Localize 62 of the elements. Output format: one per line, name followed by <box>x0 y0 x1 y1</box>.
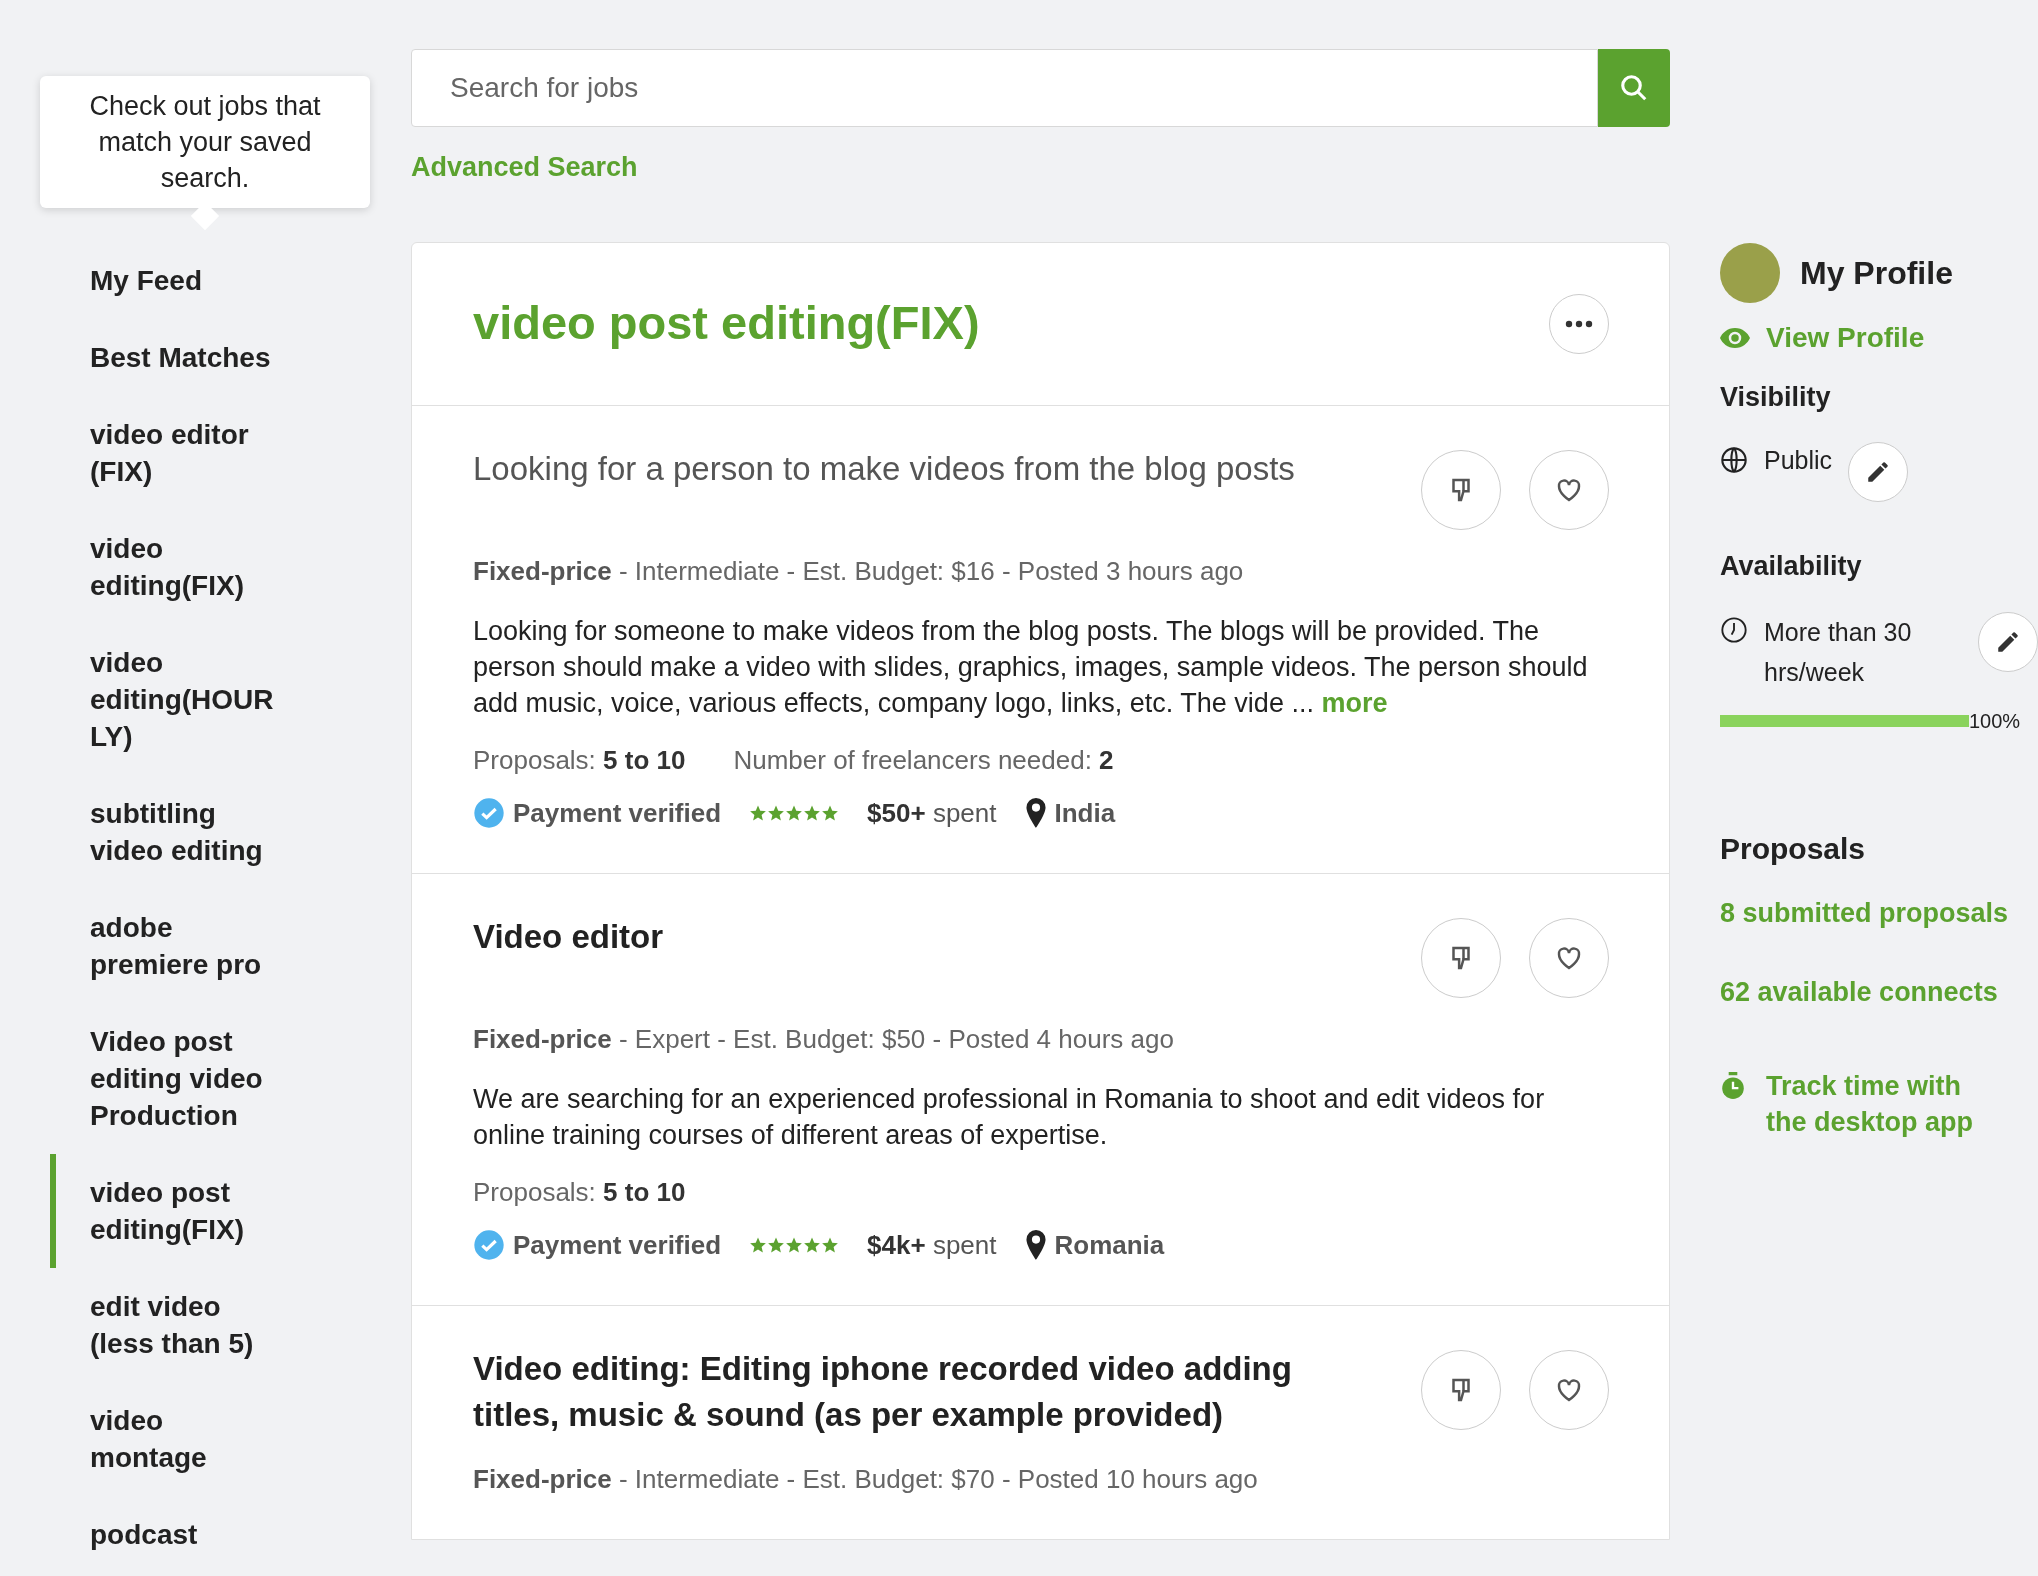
job-description: We are searching for an experienced professional in Romania to shoot and edit videos for online training courses of different areas of expertise. <box>473 1082 1546 1152</box>
client-spent: $4k+ spent <box>867 1228 997 1262</box>
sidebar-item[interactable]: podcast <box>90 1496 278 1573</box>
client-country: India <box>1054 796 1116 830</box>
job-description: Looking for someone to make videos from the blog posts. The blogs will be provided. The person should make a video with slides, graphics, images, sample videos. The person should add music, voice, various effects, company logo, links, etc. The vide ... more <box>473 614 1589 720</box>
pencil-icon <box>1995 629 2021 655</box>
stopwatch-icon <box>1720 1072 1746 1100</box>
sidebar-item[interactable]: video editing(HOURLY) <box>90 624 278 775</box>
availability-heading: Availability <box>1720 549 1863 583</box>
search-field[interactable]: Search for jobs <box>411 49 1598 127</box>
saved-search-tooltip: Check out jobs that match your saved search. <box>40 76 370 208</box>
client-country: Romania <box>1054 1228 1165 1262</box>
ellipsis-icon <box>1565 319 1593 328</box>
search-button[interactable] <box>1598 49 1670 127</box>
star-icon <box>749 804 768 822</box>
sidebar-item[interactable]: Best Matches <box>90 319 278 396</box>
job-title[interactable]: Looking for a person to make videos from the blog posts <box>473 445 1295 492</box>
sidebar-item[interactable]: Video post editing video Production <box>90 1003 278 1154</box>
client-spent: $50+ spent <box>867 796 997 830</box>
star-icon <box>767 1236 786 1254</box>
job-title[interactable]: Video editing: Editing iphone recorded video adding titles, music & sound (as per example provided) <box>473 1345 1353 1438</box>
star-icon <box>821 804 840 822</box>
verified-badge-icon <box>473 797 505 829</box>
job-meta: Fixed-price - Intermediate - Est. Budget: $70 - Posted 10 hours ago <box>473 1462 1259 1496</box>
star-icon <box>803 1236 822 1254</box>
sidebar-item[interactable]: video editor (FIX) <box>90 396 278 510</box>
availability-value: More than 30 hrs/week <box>1764 617 1913 688</box>
search-icon <box>1619 73 1649 103</box>
sidebar-item[interactable]: video montage <box>90 1382 278 1496</box>
sidebar-item[interactable]: video post editing(FIX) <box>90 1154 278 1268</box>
star-icon <box>821 1236 840 1254</box>
visibility-value: Public <box>1764 444 1833 476</box>
feed-title: video post editing(FIX) <box>473 295 980 352</box>
star-icon <box>767 804 786 822</box>
job-meta: Fixed-price - Expert - Est. Budget: $50 - Posted 4 hours ago <box>473 1022 1175 1056</box>
avatar <box>1720 243 1780 303</box>
proposals-count: Proposals: 5 to 10 <box>473 1175 686 1209</box>
payment-status: Payment verified <box>513 796 722 830</box>
globe-icon <box>1720 445 1748 474</box>
eye-icon <box>1720 327 1750 349</box>
proposals-count: Proposals: 5 to 10 <box>473 743 686 777</box>
sidebar-item[interactable]: adobe premiere pro <box>90 889 278 1003</box>
job-meta: Fixed-price - Intermediate - Est. Budget: $16 - Posted 3 hours ago <box>473 554 1245 588</box>
freelancers-needed: Number of freelancers needed: 2 <box>733 743 1114 777</box>
sidebar-item[interactable]: subtitling video editing <box>90 775 278 889</box>
sidebar-item[interactable]: edit video (less than 5) <box>90 1268 278 1382</box>
star-icon <box>785 1236 804 1254</box>
star-icon <box>803 804 822 822</box>
job-title[interactable]: Video editor <box>473 913 664 960</box>
payment-status: Payment verified <box>513 1228 722 1262</box>
location-pin-icon <box>1024 1230 1047 1260</box>
availability-percent: 100% <box>1969 709 2021 734</box>
sidebar-item[interactable]: My Feed <box>90 242 278 319</box>
profile-title: My Profile <box>1800 254 1953 293</box>
star-icon <box>749 1236 768 1254</box>
proposals-heading: Proposals <box>1720 831 1867 867</box>
clock-icon <box>1720 616 1748 644</box>
location-pin-icon <box>1024 798 1047 828</box>
sidebar-item[interactable]: video editing(FIX) <box>90 510 278 624</box>
visibility-heading: Visibility <box>1720 381 1832 414</box>
star-icon <box>785 804 804 822</box>
verified-badge-icon <box>473 1229 505 1261</box>
